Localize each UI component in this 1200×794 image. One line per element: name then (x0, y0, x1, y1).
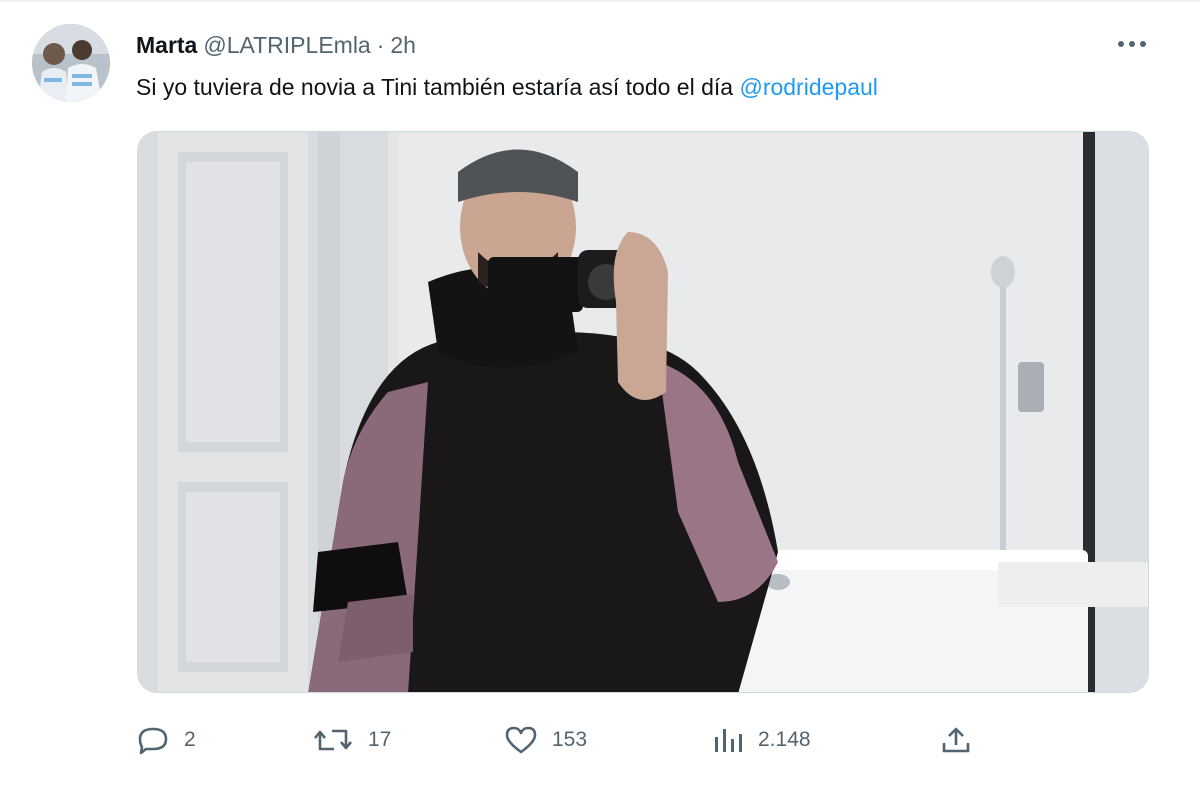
tweet-text: Si yo tuviera de novia a Tini también es… (136, 70, 878, 104)
avatar[interactable] (32, 24, 110, 102)
retweet-icon (314, 729, 352, 751)
share-button[interactable] (940, 718, 972, 762)
views-count: 2.148 (758, 728, 811, 751)
more-button[interactable] (1112, 30, 1152, 58)
like-count: 153 (552, 728, 588, 751)
views-chart-icon (715, 729, 742, 752)
heart-icon (505, 726, 537, 754)
action-bar: 2 17 153 2.148 (0, 718, 1200, 762)
separator-dot: · (376, 31, 385, 58)
tweet-header: Marta @LATRIPLEmla · 2h (136, 28, 416, 62)
retweet-count: 17 (368, 728, 392, 751)
tweet-text-body: Si yo tuviera de novia a Tini también es… (136, 74, 740, 100)
video-frame (138, 132, 1148, 692)
timestamp[interactable]: 2h (390, 32, 416, 59)
tweet-card[interactable]: Marta @LATRIPLEmla · 2h Si yo tuviera de… (0, 0, 1200, 794)
divider (0, 0, 1200, 2)
views-button[interactable]: 2.148 (712, 718, 811, 762)
reply-count: 2 (184, 728, 196, 751)
retweet-button[interactable]: 17 (312, 718, 391, 762)
like-button[interactable]: 153 (504, 718, 587, 762)
reply-button[interactable]: 2 (136, 718, 196, 762)
author-name[interactable]: Marta (136, 32, 197, 59)
mention-link[interactable]: @rodridepaul (739, 74, 877, 100)
more-horizontal-icon (1118, 41, 1146, 47)
author-handle[interactable]: @LATRIPLEmla (203, 32, 370, 59)
reply-icon (138, 727, 168, 755)
share-icon (942, 727, 970, 753)
avatar-image (32, 24, 110, 102)
media-video[interactable] (137, 131, 1149, 693)
